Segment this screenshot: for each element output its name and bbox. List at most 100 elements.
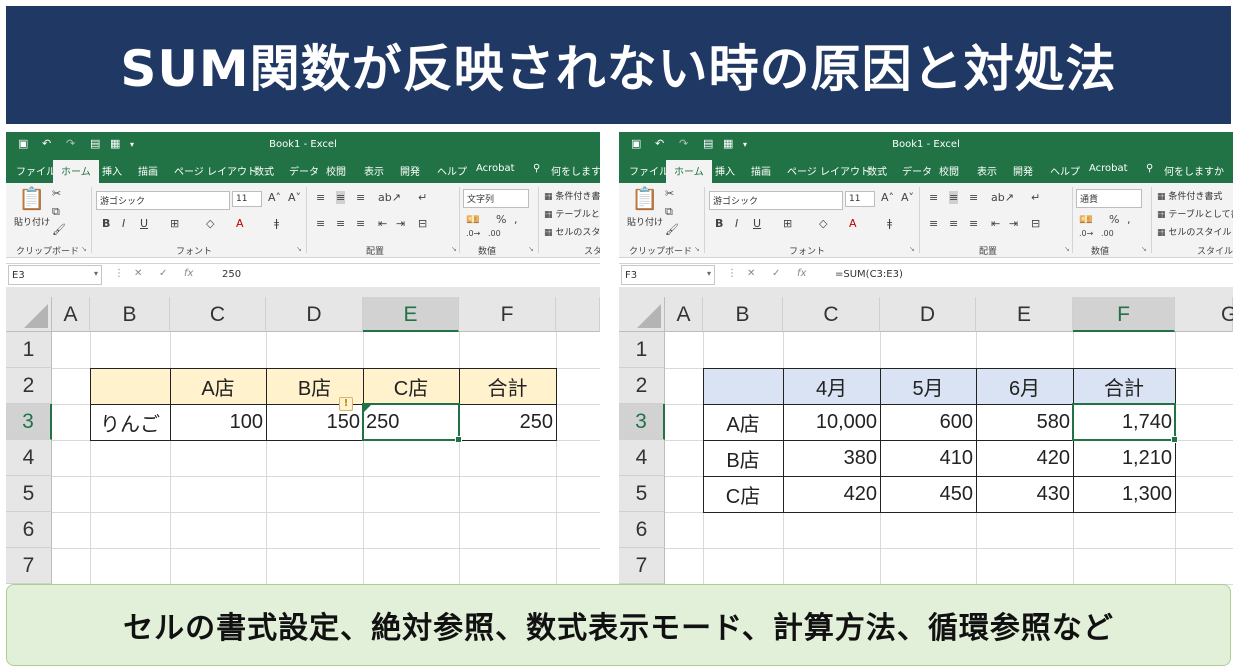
tab-data[interactable]: データ xyxy=(289,163,319,178)
orientation-icon[interactable]: ab↗ xyxy=(378,191,401,204)
cell-e5[interactable]: 430 xyxy=(976,476,1073,512)
insert-function-icon[interactable]: fx xyxy=(797,268,806,279)
tab-home[interactable]: ホーム xyxy=(53,160,99,183)
cell-e3[interactable]: 580 xyxy=(976,404,1073,440)
column-header-g[interactable]: G xyxy=(1175,297,1233,332)
cut-icon[interactable]: ✂ xyxy=(52,187,61,200)
increase-decimal-icon[interactable]: .0→ xyxy=(466,229,480,238)
cancel-icon[interactable]: ✕ xyxy=(747,268,755,279)
cell-c4[interactable]: 380 xyxy=(783,440,880,476)
underline-icon[interactable]: U xyxy=(140,217,148,230)
dialog-launcher-icon[interactable]: ↘ xyxy=(909,245,915,253)
column-header-f[interactable]: F xyxy=(1073,297,1175,332)
copy-icon[interactable]: ⧉ xyxy=(665,205,673,219)
font-name-box[interactable]: 游ゴシック xyxy=(96,191,230,210)
font-size-box[interactable]: 11 xyxy=(845,191,875,207)
copy-icon[interactable]: ⧉ xyxy=(52,205,60,219)
active-cell-e3[interactable] xyxy=(362,403,462,443)
cell-b5[interactable]: C店 xyxy=(703,476,783,512)
insert-function-icon[interactable]: fx xyxy=(184,268,193,279)
cell-c3[interactable]: 100 xyxy=(170,404,266,440)
dialog-launcher-icon[interactable]: ↘ xyxy=(296,245,302,253)
row-header-7[interactable]: 7 xyxy=(6,548,52,584)
currency-icon[interactable]: 💴 xyxy=(1079,213,1093,226)
dialog-launcher-icon[interactable]: ↘ xyxy=(1141,245,1147,253)
align-bottom-icon[interactable]: ≡ xyxy=(356,191,365,204)
tab-view[interactable]: 表示 xyxy=(364,163,384,178)
tab-file[interactable]: ファイル xyxy=(629,163,669,178)
tab-help[interactable]: ヘルプ xyxy=(1050,163,1080,178)
row-header-4[interactable]: 4 xyxy=(6,440,52,476)
shrink-font-icon[interactable]: A˅ xyxy=(901,191,914,204)
align-right-icon[interactable]: ≡ xyxy=(356,217,365,230)
tab-developer[interactable]: 開発 xyxy=(400,163,420,178)
row-header-3[interactable]: 3 xyxy=(619,404,665,440)
cell-f3[interactable]: 250 xyxy=(459,404,556,440)
currency-icon[interactable]: 💴 xyxy=(466,213,480,226)
cell-c5[interactable]: 420 xyxy=(783,476,880,512)
fill-color-icon[interactable]: ◇ xyxy=(819,217,827,230)
row-header-2[interactable]: 2 xyxy=(619,368,665,404)
cell-c2[interactable]: 4月 xyxy=(783,368,880,404)
tab-home[interactable]: ホーム xyxy=(666,160,712,183)
comma-icon[interactable]: , xyxy=(514,213,518,226)
italic-icon[interactable]: I xyxy=(735,217,738,230)
tab-acrobat[interactable]: Acrobat xyxy=(1089,163,1128,174)
font-color-icon[interactable]: A xyxy=(236,217,244,230)
cell-f2[interactable]: 合計 xyxy=(459,368,556,404)
warning-icon[interactable]: ! xyxy=(339,397,353,411)
tab-insert[interactable]: 挿入 xyxy=(102,163,122,178)
border-icon[interactable]: ⊞ xyxy=(783,217,792,230)
column-header-b[interactable]: B xyxy=(703,297,783,332)
row-header-7[interactable]: 7 xyxy=(619,548,665,584)
tab-developer[interactable]: 開発 xyxy=(1013,163,1033,178)
shrink-font-icon[interactable]: A˅ xyxy=(288,191,301,204)
column-header-b[interactable]: B xyxy=(90,297,170,332)
grow-font-icon[interactable]: A˄ xyxy=(268,191,281,204)
cell-d2[interactable]: 5月 xyxy=(880,368,976,404)
tab-formulas[interactable]: 数式 xyxy=(254,163,274,178)
fill-color-icon[interactable]: ◇ xyxy=(206,217,214,230)
row-header-6[interactable]: 6 xyxy=(6,512,52,548)
formula-input[interactable]: =SUM(C3:E3) xyxy=(835,269,903,280)
font-color-icon[interactable]: A xyxy=(849,217,857,230)
select-all-corner[interactable] xyxy=(6,297,52,332)
font-name-box[interactable]: 游ゴシック xyxy=(709,191,843,210)
cell-e2[interactable]: 6月 xyxy=(976,368,1073,404)
wrap-text-icon[interactable]: ↵ xyxy=(1031,191,1040,204)
align-center-icon[interactable]: ≡ xyxy=(336,217,345,230)
increase-decimal-icon[interactable]: .0→ xyxy=(1079,229,1093,238)
tell-me-search[interactable]: 何をしますか xyxy=(551,163,600,178)
tab-review[interactable]: 校閲 xyxy=(939,163,959,178)
format-as-table-button[interactable]: ▦ テーブルとし xyxy=(544,207,600,220)
tab-help[interactable]: ヘルプ xyxy=(437,163,467,178)
phonetic-icon[interactable]: ǂ xyxy=(274,217,279,230)
column-header-e[interactable]: E xyxy=(363,297,459,332)
dialog-launcher-icon[interactable]: ↘ xyxy=(528,245,534,253)
phonetic-icon[interactable]: ǂ xyxy=(887,217,892,230)
tab-formulas[interactable]: 数式 xyxy=(867,163,887,178)
cell-c3[interactable]: 10,000 xyxy=(783,404,880,440)
align-top-icon[interactable]: ≡ xyxy=(929,191,938,204)
percent-icon[interactable]: % xyxy=(496,213,506,226)
column-header-a[interactable]: A xyxy=(52,297,90,332)
decrease-decimal-icon[interactable]: .00 xyxy=(488,229,501,238)
clipboard-icon[interactable]: 📋 xyxy=(18,187,45,212)
underline-icon[interactable]: U xyxy=(753,217,761,230)
merge-center-icon[interactable]: ⊟ xyxy=(1031,217,1040,230)
font-size-box[interactable]: 11 xyxy=(232,191,262,207)
bold-icon[interactable]: B xyxy=(715,217,723,230)
search-icon[interactable]: ⚲ xyxy=(533,163,540,174)
align-left-icon[interactable]: ≡ xyxy=(316,217,325,230)
cell-styles-button[interactable]: ▦ セルのスタイル xyxy=(1157,225,1231,238)
tab-page-layout[interactable]: ページ レイアウト xyxy=(174,163,257,178)
row-header-1[interactable]: 1 xyxy=(6,332,52,368)
italic-icon[interactable]: I xyxy=(122,217,125,230)
cell-c2[interactable]: A店 xyxy=(170,368,266,404)
percent-icon[interactable]: % xyxy=(1109,213,1119,226)
name-box[interactable]: E3 ▾ xyxy=(8,265,102,285)
bold-icon[interactable]: B xyxy=(102,217,110,230)
column-header-d[interactable]: D xyxy=(266,297,363,332)
format-painter-icon[interactable]: 🖌 xyxy=(665,223,679,236)
cell-f2[interactable]: 合計 xyxy=(1073,368,1175,404)
